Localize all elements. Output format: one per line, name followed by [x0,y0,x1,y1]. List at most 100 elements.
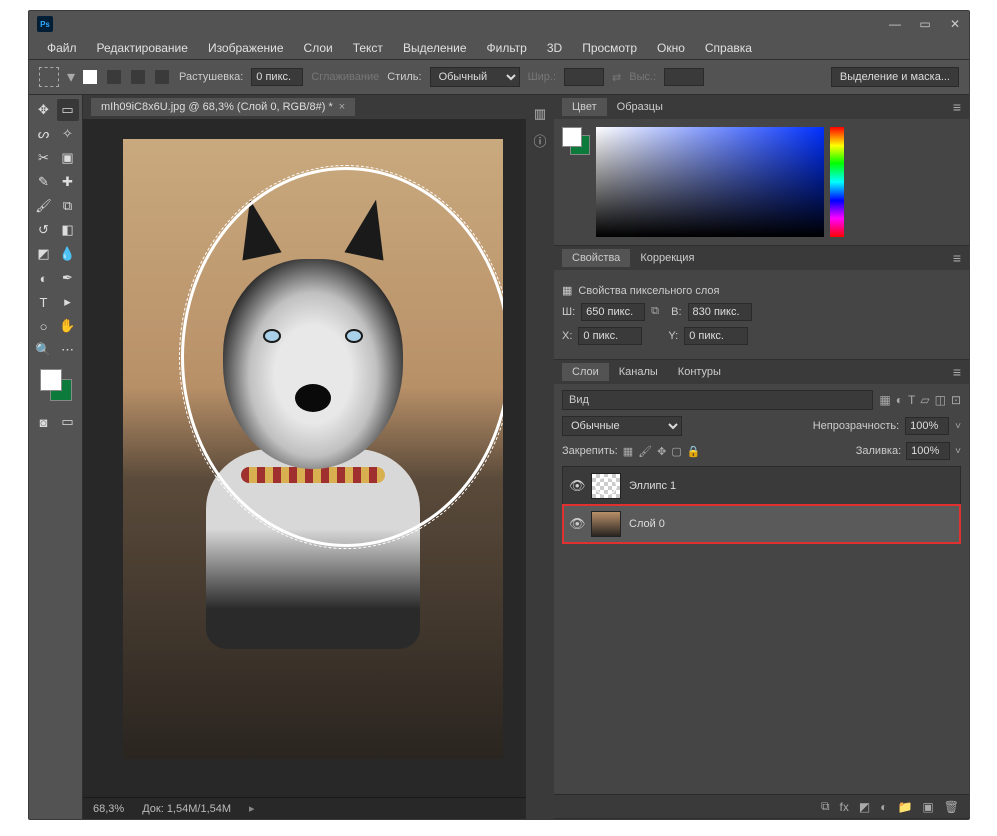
prop-y-input[interactable] [684,327,748,345]
hand-tool[interactable]: ✋ [57,315,79,337]
layer-thumbnail[interactable] [591,473,621,499]
layer-item-background[interactable]: 👁 Слой 0 [563,505,960,543]
menu-select[interactable]: Выделение [395,39,475,57]
canvas-image[interactable] [123,139,503,759]
magic-wand-tool[interactable]: ✧ [57,123,79,145]
opacity-input[interactable] [905,417,949,435]
menu-help[interactable]: Справка [697,39,760,57]
tab-adjustments[interactable]: Коррекция [630,249,704,267]
feather-input[interactable] [251,68,303,86]
filter-shape-icon[interactable]: ▱ [920,393,929,407]
heal-tool[interactable]: ✚ [57,171,79,193]
fill-input[interactable] [906,442,950,460]
layer-name[interactable]: Слой 0 [629,518,665,530]
color-field[interactable] [596,127,824,237]
menu-layer[interactable]: Слои [296,39,341,57]
layer-thumbnail[interactable] [591,511,621,537]
marquee-tool[interactable]: ▭ [57,99,79,121]
tab-channels[interactable]: Каналы [609,363,668,381]
lock-position-icon[interactable]: ✥ [657,445,666,458]
marquee-tool-icon[interactable] [39,67,59,87]
type-tool[interactable]: T [33,291,55,313]
tab-paths[interactable]: Контуры [668,363,731,381]
color-swatches[interactable] [40,369,72,401]
path-select-tool[interactable]: ▸ [57,291,79,313]
select-and-mask-button[interactable]: Выделение и маска... [831,67,959,87]
new-layer-icon[interactable]: ▣ [922,800,933,814]
frame-tool[interactable]: ▣ [57,147,79,169]
pen-tool[interactable]: ✒ [57,267,79,289]
quickmask-tool[interactable]: ◙ [33,411,55,433]
brush-tool[interactable]: 🖌 [33,195,55,217]
tab-color[interactable]: Цвет [562,98,607,116]
menu-view[interactable]: Просмотр [574,39,645,57]
blend-mode-select[interactable]: Обычные [562,416,682,436]
dock-info-icon[interactable]: ⓘ [531,131,549,149]
opacity-chevron-icon[interactable]: ˅ [955,421,961,432]
tab-swatches[interactable]: Образцы [607,98,673,116]
color-panel-swatches[interactable] [562,127,590,155]
filter-toggle-icon[interactable]: ⊡ [951,393,961,407]
layer-mask-icon[interactable]: ◩ [859,800,870,814]
foreground-color-swatch[interactable] [40,369,62,391]
group-icon[interactable]: 📁 [897,800,912,814]
lasso-tool[interactable]: ᔕ [33,123,55,145]
crop-tool[interactable]: ✂ [33,147,55,169]
lock-transparent-icon[interactable]: ▦ [623,445,633,458]
screenmode-tool[interactable]: ▭ [57,411,79,433]
menu-edit[interactable]: Редактирование [89,39,196,57]
menu-window[interactable]: Окно [649,39,693,57]
history-brush-tool[interactable]: ↺ [33,219,55,241]
tab-properties[interactable]: Свойства [562,249,630,267]
filter-type-icon[interactable]: T [908,393,915,407]
selection-new-icon[interactable] [83,70,97,84]
shape-tool[interactable]: ○ [33,315,55,337]
document-tab[interactable]: mIh09iC8x6U.jpg @ 68,3% (Слой 0, RGB/8#)… [91,98,355,116]
visibility-icon[interactable]: 👁 [569,478,583,494]
menu-type[interactable]: Текст [345,39,391,57]
visibility-icon[interactable]: 👁 [569,516,583,532]
zoom-tool[interactable]: 🔍 [33,339,55,361]
menu-filter[interactable]: Фильтр [479,39,535,57]
edit-toolbar[interactable]: ⋯ [57,339,79,361]
maximize-button[interactable]: ▭ [919,18,931,30]
tab-layers[interactable]: Слои [562,363,609,381]
link-layers-icon[interactable]: ⧉ [821,799,830,814]
panel-menu-icon[interactable]: ≡ [953,250,961,266]
layer-name[interactable]: Эллипс 1 [629,480,676,492]
menu-3d[interactable]: 3D [539,39,570,57]
adjustment-layer-icon[interactable]: ◐ [880,800,887,814]
minimize-button[interactable]: — [889,18,901,30]
eyedropper-tool[interactable]: ✎ [33,171,55,193]
move-tool[interactable]: ✥ [33,99,55,121]
filter-pixel-icon[interactable]: ▦ [879,393,890,407]
link-wh-icon[interactable]: ⧉ [651,305,665,319]
menu-file[interactable]: Файл [39,39,85,57]
zoom-level[interactable]: 68,3% [93,803,124,815]
blur-tool[interactable]: 💧 [57,243,79,265]
layer-fx-icon[interactable]: fx [840,800,849,814]
layer-filter-input[interactable] [562,390,873,410]
selection-intersect-icon[interactable] [155,70,169,84]
lock-all-icon[interactable]: 🔒 [687,445,701,458]
prop-h-input[interactable] [688,303,752,321]
lock-artboard-icon[interactable]: ▢ [671,445,681,458]
dodge-tool[interactable]: ◐ [33,267,55,289]
layer-item-ellipse[interactable]: 👁 Эллипс 1 [563,467,960,505]
stamp-tool[interactable]: ⧉ [57,195,79,217]
prop-x-input[interactable] [578,327,642,345]
eraser-tool[interactable]: ◧ [57,219,79,241]
prop-w-input[interactable] [581,303,645,321]
menu-image[interactable]: Изображение [200,39,292,57]
close-tab-icon[interactable]: × [339,101,345,113]
dock-history-icon[interactable]: ▥ [531,105,549,123]
lock-pixels-icon[interactable]: 🖌 [638,445,652,458]
selection-add-icon[interactable] [107,70,121,84]
filter-smart-icon[interactable]: ◫ [935,393,946,407]
fill-chevron-icon[interactable]: ˅ [955,446,961,457]
hue-slider[interactable] [830,127,844,237]
panel-menu-icon[interactable]: ≡ [953,99,961,115]
style-select[interactable]: Обычный [430,67,520,87]
status-chevron-icon[interactable]: ▸ [249,802,255,815]
panel-menu-icon[interactable]: ≡ [953,364,961,380]
